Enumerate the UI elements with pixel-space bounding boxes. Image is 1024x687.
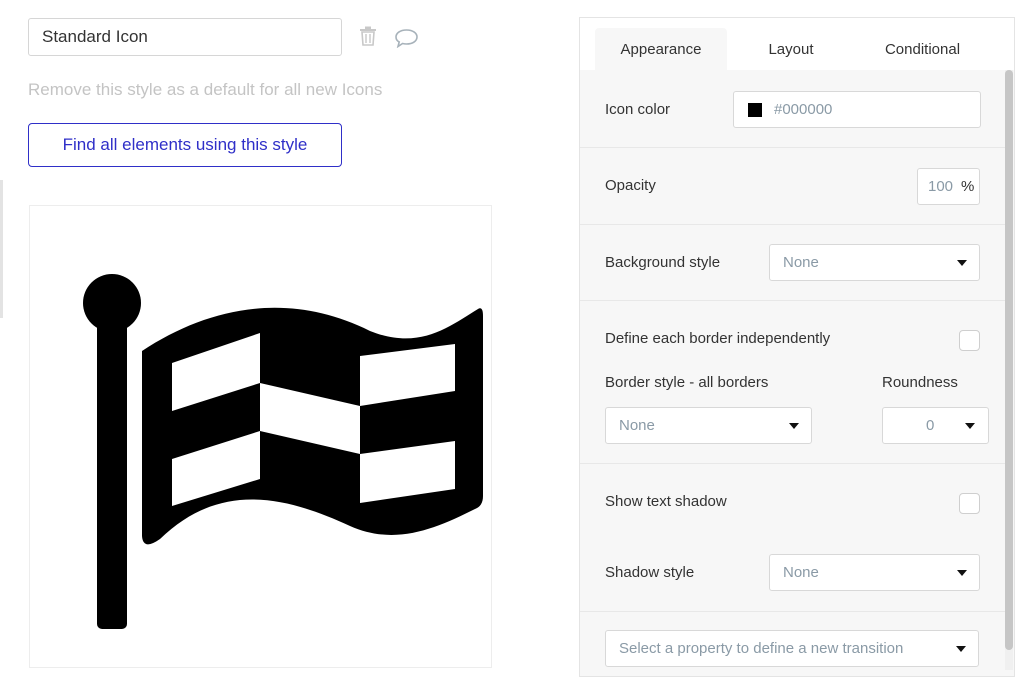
tab-appearance[interactable]: Appearance <box>595 28 727 70</box>
panel-scrollbar[interactable] <box>1005 70 1013 670</box>
color-swatch[interactable] <box>748 103 762 117</box>
show-text-shadow-label: Show text shadow <box>605 493 727 510</box>
shadow-style-value: None <box>783 564 819 581</box>
shadow-style-label: Shadow style <box>605 564 695 581</box>
opacity-input[interactable]: 100 % <box>917 168 980 205</box>
opacity-value: 100 <box>928 178 954 195</box>
background-style-value: None <box>783 254 819 271</box>
find-elements-button[interactable]: Find all elements using this style <box>28 123 342 167</box>
define-border-checkbox[interactable] <box>959 330 980 351</box>
caret-down-icon <box>957 260 967 266</box>
property-tabs: Appearance Layout Conditional <box>580 18 1014 70</box>
divider <box>580 300 1005 301</box>
caret-down-icon <box>956 646 966 652</box>
left-edge-marker <box>0 180 3 318</box>
show-text-shadow-checkbox[interactable] <box>959 493 980 514</box>
border-style-select[interactable]: None <box>605 407 812 444</box>
caret-down-icon <box>789 423 799 429</box>
caret-down-icon <box>965 423 975 429</box>
style-editor-left-panel: Standard Icon Remove this style as a def… <box>0 0 560 687</box>
border-style-value: None <box>619 417 655 434</box>
remove-default-link[interactable]: Remove this style as a default for all n… <box>28 80 382 100</box>
trash-icon[interactable] <box>359 26 377 46</box>
comment-icon[interactable] <box>394 28 419 48</box>
tab-conditional[interactable]: Conditional <box>855 28 990 70</box>
icon-color-input[interactable]: #000000 <box>733 91 981 128</box>
border-style-label: Border style - all borders <box>605 374 769 391</box>
property-editor-panel: Appearance Layout Conditional Icon color… <box>579 17 1015 677</box>
style-name-input[interactable]: Standard Icon <box>28 18 342 56</box>
checkered-flag-icon <box>83 274 483 629</box>
icon-color-label: Icon color <box>605 101 671 118</box>
divider <box>580 611 1005 612</box>
icon-preview-area <box>29 205 492 668</box>
divider <box>580 147 1005 148</box>
transition-placeholder: Select a property to define a new transi… <box>619 640 904 657</box>
background-style-label: Background style <box>605 254 721 271</box>
roundness-select[interactable]: 0 <box>882 407 989 444</box>
opacity-label: Opacity <box>605 177 656 194</box>
caret-down-icon <box>957 570 967 576</box>
define-border-label: Define each border independently <box>605 330 831 347</box>
opacity-unit: % <box>961 178 975 195</box>
divider <box>580 463 1005 464</box>
transition-select[interactable]: Select a property to define a new transi… <box>605 630 979 667</box>
shadow-style-select[interactable]: None <box>769 554 980 591</box>
divider <box>580 224 1005 225</box>
scrollbar-thumb[interactable] <box>1005 70 1013 650</box>
roundness-value: 0 <box>926 417 935 434</box>
roundness-label: Roundness <box>882 374 958 391</box>
icon-color-value: #000000 <box>774 101 833 118</box>
background-style-select[interactable]: None <box>769 244 980 281</box>
tab-layout[interactable]: Layout <box>727 28 855 70</box>
